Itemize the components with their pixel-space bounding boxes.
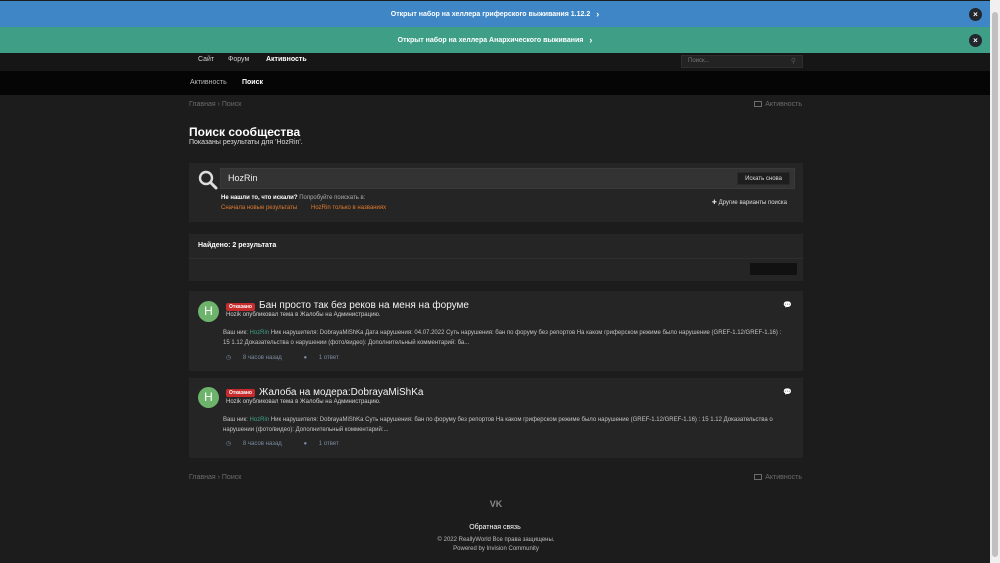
subnav-item-activity[interactable]: Активность xyxy=(190,79,227,86)
powered-by-link[interactable]: Powered by Invision Community xyxy=(400,546,592,552)
breadcrumb-home[interactable]: Главная xyxy=(189,474,216,481)
result-time-label: 8 часов назад xyxy=(242,441,282,447)
nav-tab-forum[interactable]: Форум xyxy=(228,56,249,63)
result-replies-label: 1 ответ xyxy=(318,441,339,447)
subnav-item-search[interactable]: Поиск xyxy=(242,79,263,86)
avatar[interactable]: H xyxy=(198,387,219,408)
feedback-link[interactable]: Обратная связь xyxy=(420,524,570,531)
divider xyxy=(189,258,803,259)
other-options-label: Другие варианты поиска xyxy=(718,200,787,206)
result-footer: ◷ 8 часов назад ● 1 ответ xyxy=(226,354,359,361)
activity-label: Активность xyxy=(765,474,802,481)
chevron-right-icon: › xyxy=(596,9,600,19)
banner-text: Открыт набор на хеллера гриферского выжи… xyxy=(390,10,591,18)
result-time-label: 8 часов назад xyxy=(242,355,282,361)
snippet-text: Ник нарушителя: DobrayaMiShKa Дата наруш… xyxy=(223,330,782,346)
comment-icon: ● xyxy=(303,441,309,447)
clock-icon: ◷ xyxy=(226,441,233,447)
search-placeholder: Поиск... xyxy=(688,58,710,64)
result-replies[interactable]: ● 1 ответ xyxy=(303,441,348,447)
search-icon xyxy=(198,170,218,190)
snippet-nick: HozRin xyxy=(249,330,270,336)
snippet-nick: HozRin xyxy=(249,417,270,423)
scrollbar-thumb[interactable] xyxy=(992,12,998,557)
sub-nav: Активность Поиск xyxy=(0,71,990,95)
activity-icon xyxy=(754,101,763,107)
search-query-value: HozRin xyxy=(228,173,258,183)
plus-icon: ✚ xyxy=(711,200,719,206)
status-badge: Отказано xyxy=(226,303,255,311)
search-query-input[interactable]: HozRin Искать снова xyxy=(220,168,795,189)
result-meta: Hozik опубликовал тема в Жалобы на Админ… xyxy=(226,399,381,405)
chevron-right-icon: › xyxy=(589,35,593,45)
announcement-banner-2[interactable]: Открыт набор на хеллера Анархического вы… xyxy=(0,27,990,53)
clock-icon: ◷ xyxy=(226,355,233,361)
header-search-input[interactable]: Поиск... ⚲ xyxy=(681,55,803,68)
nav-tab-site[interactable]: Сайт xyxy=(198,56,214,63)
result-snippet: Ваш ник: HozRin Ник нарушителя: DobrayaM… xyxy=(223,415,783,435)
comment-icon: ● xyxy=(303,355,309,361)
not-found-bold: Не нашли то, что искали? xyxy=(221,195,298,201)
page-subtitle: Показаны результаты для 'HozRin'. xyxy=(189,139,303,146)
comment-icon: 💬 xyxy=(783,302,792,309)
snippet-label: Ваш ник: xyxy=(223,330,248,336)
breadcrumb-current: Поиск xyxy=(221,474,242,481)
result-title-link[interactable]: Жалоба на модера:DobrayaMiShKa xyxy=(259,387,423,398)
snippet-text: Ник нарушителя: DobrayaMiShKa Суть наруш… xyxy=(223,417,773,433)
activity-label: Активность xyxy=(765,101,802,108)
close-icon[interactable]: × xyxy=(969,8,982,21)
not-found-hint: Не нашли то, что искали? Попробуйте поис… xyxy=(221,195,365,201)
nav-tab-activity[interactable]: Активность xyxy=(266,56,307,63)
announcement-banner-1[interactable]: Открыт набор на хеллера гриферского выжи… xyxy=(0,1,990,27)
result-footer: ◷ 8 часов назад ● 1 ответ xyxy=(226,440,359,447)
result-title-link[interactable]: Бан просто так без реков на меня на фору… xyxy=(259,300,469,311)
search-result[interactable]: H Отказано Бан просто так без реков на м… xyxy=(189,291,803,371)
breadcrumb-bottom: Главная › Поиск xyxy=(189,474,241,481)
result-time[interactable]: ◷ 8 часов назад xyxy=(226,441,292,447)
suggest-title-only-link[interactable]: HozRin только в названиях xyxy=(311,205,386,211)
close-icon[interactable]: × xyxy=(969,34,982,47)
search-again-button[interactable]: Искать снова xyxy=(737,172,790,185)
result-replies[interactable]: ● 1 ответ xyxy=(303,355,348,361)
vk-icon[interactable]: VK xyxy=(460,499,532,509)
result-meta: Hozik опубликовал тема в Жалобы на Админ… xyxy=(226,312,381,318)
main-nav: Сайт Форум Активность Поиск... ⚲ xyxy=(0,53,990,71)
result-time[interactable]: ◷ 8 часов назад xyxy=(226,355,292,361)
result-replies-label: 1 ответ xyxy=(318,355,339,361)
copyright: © 2022 ReallyWorld Все права защищены. xyxy=(437,537,555,543)
avatar[interactable]: H xyxy=(198,301,219,322)
scrollbar[interactable] xyxy=(990,0,1000,563)
search-result[interactable]: H Отказано Жалоба на модера:DobrayaMiShK… xyxy=(189,378,803,458)
page-title: Поиск сообщества xyxy=(189,125,301,139)
not-found-rest: Попробуйте поискать в: xyxy=(297,195,366,201)
other-search-options-link[interactable]: ✚ Другие варианты поиска xyxy=(712,199,787,206)
suggest-newest-link[interactable]: Сначала новые результаты xyxy=(221,205,297,211)
activity-link[interactable]: Активность xyxy=(754,101,802,108)
result-snippet: Ваш ник: HozRin Ник нарушителя: DobrayaM… xyxy=(223,328,783,348)
search-icon[interactable]: ⚲ xyxy=(791,57,796,65)
pagination[interactable] xyxy=(750,263,797,275)
results-header-panel: Найдено: 2 результата xyxy=(189,234,803,281)
breadcrumb-home[interactable]: Главная xyxy=(189,101,216,108)
breadcrumb: Главная › Поиск xyxy=(189,101,241,108)
results-count: Найдено: 2 результата xyxy=(198,242,277,249)
search-panel: HozRin Искать снова Не нашли то, что иск… xyxy=(189,163,803,222)
comment-icon: 💬 xyxy=(783,389,792,396)
activity-icon xyxy=(754,474,763,480)
banner-text: Открыт набор на хеллера Анархического вы… xyxy=(397,36,584,44)
snippet-label: Ваш ник: xyxy=(223,417,248,423)
activity-link[interactable]: Активность xyxy=(754,474,802,481)
breadcrumb-current: Поиск xyxy=(221,101,242,108)
status-badge: Отказано xyxy=(226,389,255,397)
